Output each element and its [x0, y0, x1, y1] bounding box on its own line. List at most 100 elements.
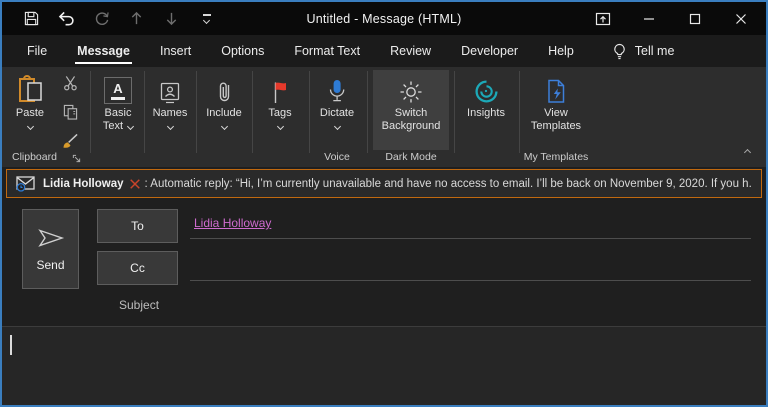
qat-more-icon — [203, 14, 211, 23]
group-divider — [196, 71, 197, 153]
cc-button[interactable]: Cc — [97, 251, 178, 285]
move-up-button[interactable] — [119, 6, 154, 32]
clipboard-small-buttons — [54, 72, 86, 152]
paste-icon — [16, 70, 44, 104]
group-divider — [367, 71, 368, 153]
tab-help[interactable]: Help — [533, 35, 589, 67]
to-field[interactable]: Lidia Holloway — [190, 211, 751, 239]
tab-options[interactable]: Options — [206, 35, 279, 67]
dictate-button[interactable]: Dictate — [313, 70, 361, 150]
mailtip-sender: Lidia Holloway — [43, 178, 124, 190]
tab-review[interactable]: Review — [375, 35, 446, 67]
tags-icon — [271, 70, 289, 104]
send-button[interactable]: Send — [22, 209, 79, 289]
insights-label: Insights — [467, 107, 505, 120]
names-label: Names — [153, 107, 188, 120]
chevron-down-icon — [276, 123, 283, 130]
cc-button-label: Cc — [130, 261, 145, 275]
group-label-my-templates: My Templates — [515, 151, 597, 163]
redo-button[interactable] — [84, 6, 119, 32]
basic-text-label-2: Text — [103, 120, 133, 133]
collapse-ribbon-icon — [744, 149, 751, 156]
move-down-button[interactable] — [154, 6, 189, 32]
cut-icon — [63, 75, 78, 91]
paste-button[interactable]: Paste — [8, 70, 52, 150]
tab-format-text[interactable]: Format Text — [279, 35, 375, 67]
tab-label: Developer — [461, 44, 518, 58]
maximize-button[interactable] — [672, 2, 718, 35]
mailtip-banner: Lidia Holloway : Automatic reply: “Hi, I… — [6, 169, 762, 198]
mailtip-text: : Automatic reply: “Hi, I’m currently un… — [145, 178, 752, 190]
compose-header: Send To Cc Lidia Holloway Subject — [2, 199, 766, 326]
include-button[interactable]: Include — [200, 70, 248, 150]
group-divider — [309, 71, 310, 153]
tab-developer[interactable]: Developer — [446, 35, 533, 67]
tab-insert[interactable]: Insert — [145, 35, 206, 67]
ribbon: Paste — [2, 67, 766, 167]
basic-text-glyph: A — [113, 82, 122, 95]
names-icon — [158, 70, 182, 104]
group-divider — [454, 71, 455, 153]
close-icon — [735, 13, 747, 25]
view-templates-button[interactable]: View Templates — [523, 70, 589, 150]
format-painter-button[interactable] — [58, 130, 82, 152]
maximize-icon — [689, 13, 701, 25]
move-down-icon — [165, 11, 178, 26]
close-button[interactable] — [718, 2, 764, 35]
chevron-down-icon — [220, 123, 227, 130]
customize-quick-access-button[interactable] — [189, 6, 224, 32]
tab-label: Format Text — [294, 44, 360, 58]
include-icon — [218, 70, 231, 104]
tab-label: Review — [390, 44, 431, 58]
paste-label: Paste — [16, 107, 44, 120]
to-button[interactable]: To — [97, 209, 178, 243]
basic-text-icon: A — [104, 70, 132, 104]
basic-text-button[interactable]: A Basic Text — [94, 70, 142, 150]
tab-file[interactable]: File — [12, 35, 62, 67]
basic-text-label-1: Basic — [105, 107, 132, 120]
tell-me-label: Tell me — [635, 44, 675, 58]
tags-button[interactable]: Tags — [257, 70, 303, 150]
group-label-clipboard: Clipboard — [12, 151, 70, 163]
copy-button[interactable] — [58, 101, 82, 123]
group-divider — [252, 71, 253, 153]
move-up-icon — [130, 11, 143, 26]
tab-message[interactable]: Message — [62, 35, 145, 67]
collapse-ribbon-button[interactable] — [745, 142, 750, 160]
tab-label: Message — [77, 44, 130, 58]
dictate-label: Dictate — [320, 107, 354, 120]
ribbon-display-options-button[interactable] — [580, 2, 626, 35]
text-cursor — [10, 335, 12, 355]
minimize-button[interactable] — [626, 2, 672, 35]
recipient-link[interactable]: Lidia Holloway — [194, 216, 271, 230]
tell-me-box[interactable]: Tell me — [613, 43, 675, 60]
switch-background-label-1: Switch — [395, 107, 427, 120]
tab-label: Help — [548, 44, 574, 58]
view-templates-label-2: Templates — [531, 120, 581, 133]
message-body-editor[interactable] — [2, 327, 766, 405]
window-controls — [580, 2, 764, 35]
quick-access-toolbar — [2, 6, 224, 32]
group-divider — [144, 71, 145, 153]
chevron-down-icon — [166, 123, 173, 130]
copy-icon — [63, 104, 78, 120]
save-button[interactable] — [14, 6, 49, 32]
send-label: Send — [36, 258, 64, 272]
cc-field[interactable] — [190, 253, 751, 281]
format-painter-icon — [62, 133, 79, 149]
subject-label: Subject — [119, 298, 159, 312]
tab-label: File — [27, 44, 47, 58]
group-divider — [90, 71, 91, 153]
dialog-launcher-icon — [72, 154, 81, 163]
title-bar: Untitled - Message (HTML) — [2, 2, 766, 35]
insights-button[interactable]: Insights — [458, 70, 514, 150]
undo-button[interactable] — [49, 6, 84, 32]
cut-button[interactable] — [58, 72, 82, 94]
group-label-dark-mode: Dark Mode — [373, 151, 449, 163]
clipboard-dialog-launcher[interactable] — [72, 154, 81, 163]
switch-background-label-2: Background — [382, 120, 441, 133]
switch-background-button[interactable]: Switch Background — [373, 70, 449, 150]
tags-label: Tags — [268, 107, 291, 120]
names-button[interactable]: Names — [148, 70, 192, 150]
view-templates-icon — [546, 70, 566, 104]
